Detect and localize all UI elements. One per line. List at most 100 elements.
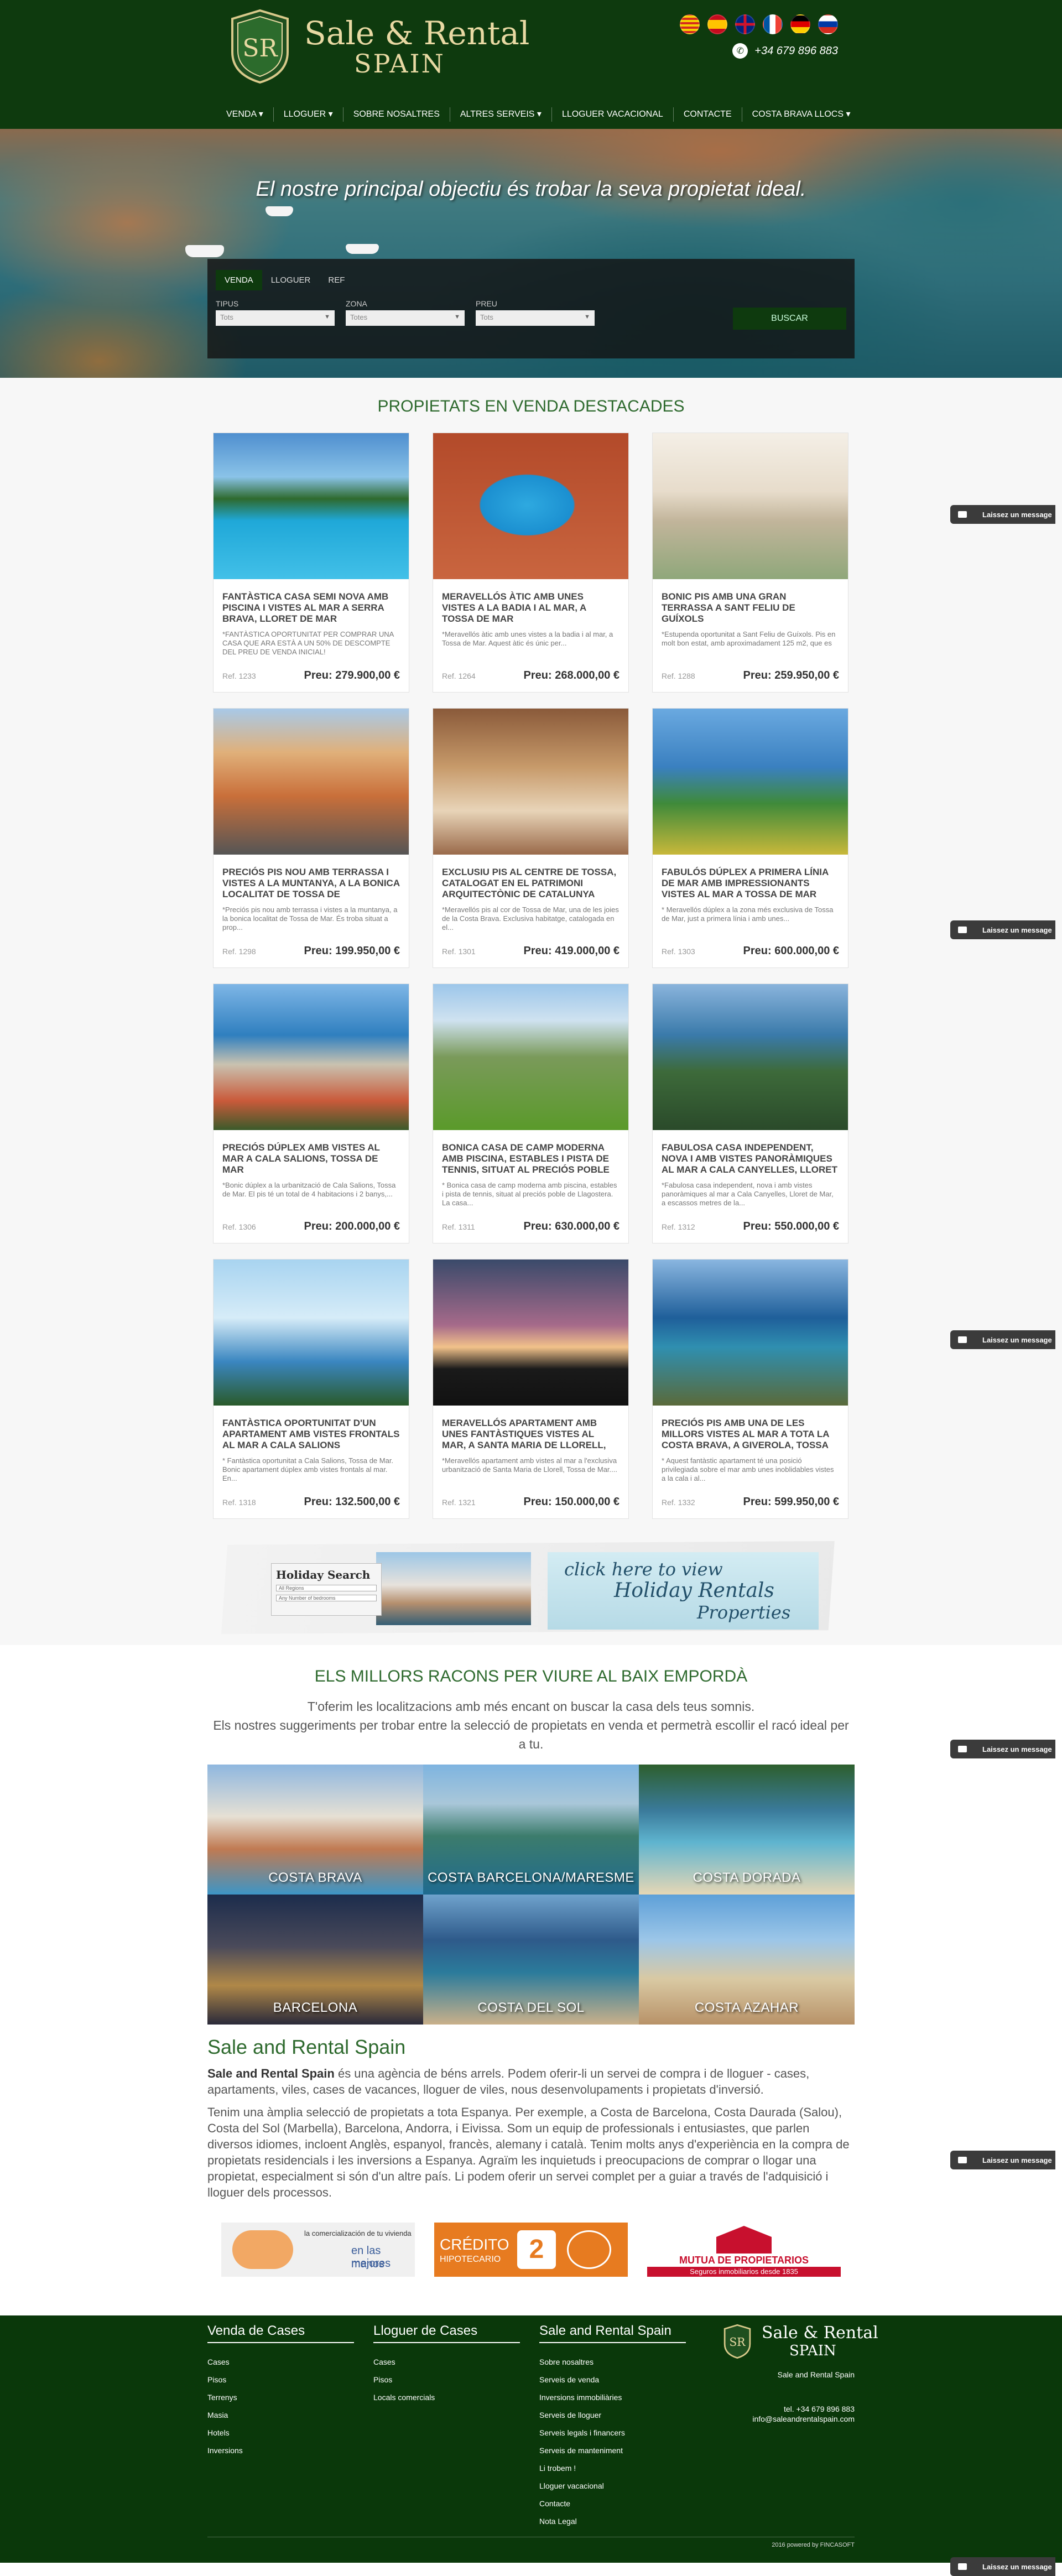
partner-logo-credito-hipotecario[interactable]: CRÉDITO HIPOTECARIO 2 xyxy=(434,2223,628,2277)
property-title[interactable]: MERAVELLÓS APARTAMENT AMB UNES FANTÀSTIQ… xyxy=(442,1418,620,1451)
property-title[interactable]: EXCLUSIU PIS AL CENTRE DE TOSSA, CATALOG… xyxy=(442,867,620,900)
property-photo[interactable] xyxy=(433,984,628,1130)
footer-link[interactable]: Serveis de manteniment xyxy=(539,2442,686,2459)
property-description: * Meravellós dúplex a la zona més exclus… xyxy=(662,905,834,923)
chat-message-button[interactable]: Laissez un message xyxy=(950,920,1055,939)
catalan-flag-icon[interactable] xyxy=(680,14,700,34)
french-flag-icon[interactable] xyxy=(763,14,783,34)
footer-link[interactable]: Nota Legal xyxy=(539,2512,686,2530)
partner-logo-mutua[interactable]: MUTUA DE PROPIETARIOS Seguros inmobiliar… xyxy=(647,2223,841,2277)
tipus-select[interactable]: Tots ▼ xyxy=(216,310,335,326)
property-title[interactable]: PRECIÓS DÚPLEX AMB VISTES AL MAR A CALA … xyxy=(222,1142,400,1175)
tile-costa-barcelona-maresme[interactable]: COSTA BARCELONA/MARESME xyxy=(423,1765,639,1895)
spanish-flag-icon[interactable] xyxy=(707,14,727,34)
chat-icon xyxy=(958,511,967,518)
russian-flag-icon[interactable] xyxy=(818,14,838,34)
footer-link[interactable]: Cases xyxy=(373,2353,520,2371)
footer-link[interactable]: Hotels xyxy=(207,2424,354,2442)
property-title[interactable]: FANTÀSTICA OPORTUNITAT D'UN APARTAMENT A… xyxy=(222,1418,400,1451)
footer-link[interactable]: Serveis legals i financers xyxy=(539,2424,686,2442)
property-card[interactable]: BONIC PIS AMB UNA GRAN TERRASSA A SANT F… xyxy=(652,433,848,693)
footer-link[interactable]: Masia xyxy=(207,2406,354,2424)
chat-message-button[interactable]: Laissez un message xyxy=(950,505,1055,524)
property-photo[interactable] xyxy=(653,1260,848,1406)
property-photo[interactable] xyxy=(433,709,628,855)
property-card[interactable]: EXCLUSIU PIS AL CENTRE DE TOSSA, CATALOG… xyxy=(433,708,629,968)
property-photo[interactable] xyxy=(653,433,848,579)
nav-item-lloguer[interactable]: LLOGUER ▾ xyxy=(273,107,343,122)
footer-link[interactable]: Terrenys xyxy=(207,2388,354,2406)
property-title[interactable]: FABULOSA CASA INDEPENDENT, NOVA I AMB VI… xyxy=(662,1142,839,1175)
nav-item-venda[interactable]: VENDA ▾ xyxy=(224,107,273,122)
tile-costa-del-sol[interactable]: COSTA DEL SOL xyxy=(423,1895,639,2025)
property-title[interactable]: PRECIÓS PIS AMB UNA DE LES MILLORS VISTE… xyxy=(662,1418,839,1451)
property-photo[interactable] xyxy=(214,709,409,855)
footer-link[interactable]: Contacte xyxy=(539,2495,686,2512)
footer-logo[interactable]: SR Sale & Rental SPAIN xyxy=(722,2323,878,2359)
footer-link[interactable]: Lloguer vacacional xyxy=(539,2477,686,2495)
property-card[interactable]: PRECIÓS PIS AMB UNA DE LES MILLORS VISTE… xyxy=(652,1259,848,1519)
footer-tel[interactable]: tel. +34 679 896 883 xyxy=(784,2404,855,2414)
german-flag-icon[interactable] xyxy=(790,14,810,34)
chat-message-button[interactable]: Laissez un message xyxy=(950,2557,1055,2576)
property-title[interactable]: BONICA CASA DE CAMP MODERNA AMB PISCINA,… xyxy=(442,1142,620,1175)
property-photo[interactable] xyxy=(653,709,848,855)
footer-email[interactable]: info@saleandrentalspain.com xyxy=(752,2414,855,2424)
property-description: * Bonica casa de camp moderna amb piscin… xyxy=(442,1181,617,1207)
nav-item-costa-brava-llocs[interactable]: COSTA BRAVA LLOCS ▾ xyxy=(741,107,861,122)
property-card[interactable]: BONICA CASA DE CAMP MODERNA AMB PISCINA,… xyxy=(433,983,629,1243)
nav-item-lloguer-vacacional[interactable]: LLOGUER VACACIONAL xyxy=(551,107,673,122)
property-card[interactable]: MERAVELLÓS APARTAMENT AMB UNES FANTÀSTIQ… xyxy=(433,1259,629,1519)
property-title[interactable]: FABULÓS DÚPLEX A PRIMERA LÍNIA DE MAR AM… xyxy=(662,867,839,900)
property-card[interactable]: FANTÀSTICA CASA SEMI NOVA AMB PISCINA I … xyxy=(213,433,409,693)
nav-item-contacte[interactable]: CONTACTE xyxy=(673,107,742,122)
property-title[interactable]: BONIC PIS AMB UNA GRAN TERRASSA A SANT F… xyxy=(662,591,839,625)
uk-flag-icon[interactable] xyxy=(735,14,755,34)
tab-venda[interactable]: VENDA xyxy=(216,270,262,290)
zona-select[interactable]: Totes ▼ xyxy=(346,310,465,326)
tile-costa-azahar[interactable]: COSTA AZAHAR xyxy=(639,1895,855,2025)
tab-lloguer[interactable]: LLOGUER xyxy=(262,270,320,290)
property-card[interactable]: FANTÀSTICA OPORTUNITAT D'UN APARTAMENT A… xyxy=(213,1259,409,1519)
footer-link[interactable]: Pisos xyxy=(207,2371,354,2388)
footer-link[interactable]: Pisos xyxy=(373,2371,520,2388)
partner-logo-comercializacion[interactable]: la comercialización de tu vivienda en la… xyxy=(221,2223,415,2277)
footer-link[interactable]: Serveis de lloguer xyxy=(539,2406,686,2424)
property-photo[interactable] xyxy=(214,433,409,579)
property-title[interactable]: MERAVELLÓS ÀTIC AMB UNES VISTES A LA BAD… xyxy=(442,591,620,625)
tab-ref[interactable]: REF xyxy=(319,270,353,290)
property-card[interactable]: PRECIÓS PIS NOU AMB TERRASSA I VISTES A … xyxy=(213,708,409,968)
site-logo[interactable]: SR Sale & Rental SPAIN xyxy=(227,8,529,85)
chat-message-button[interactable]: Laissez un message xyxy=(950,1740,1055,1758)
holiday-rentals-banner[interactable]: Holiday Search All Regions Any Number of… xyxy=(221,1541,835,1634)
property-card[interactable]: FABULÓS DÚPLEX A PRIMERA LÍNIA DE MAR AM… xyxy=(652,708,848,968)
footer-link[interactable]: Inversions immobiliàries xyxy=(539,2388,686,2406)
footer-link[interactable]: Serveis de venda xyxy=(539,2371,686,2388)
property-photo[interactable] xyxy=(214,984,409,1130)
search-button[interactable]: BUSCAR xyxy=(733,308,846,330)
footer-link[interactable]: Locals comercials xyxy=(373,2388,520,2406)
tile-costa-brava[interactable]: COSTA BRAVA xyxy=(207,1765,423,1895)
property-card[interactable]: FABULOSA CASA INDEPENDENT, NOVA I AMB VI… xyxy=(652,983,848,1243)
property-photo[interactable] xyxy=(433,1260,628,1406)
footer-link[interactable]: Inversions xyxy=(207,2442,354,2459)
property-title[interactable]: PRECIÓS PIS NOU AMB TERRASSA I VISTES A … xyxy=(222,867,400,900)
footer-link[interactable]: Cases xyxy=(207,2353,354,2371)
chat-message-button[interactable]: Laissez un message xyxy=(950,2151,1055,2169)
property-photo[interactable] xyxy=(214,1260,409,1406)
property-title[interactable]: FANTÀSTICA CASA SEMI NOVA AMB PISCINA I … xyxy=(222,591,400,625)
property-photo[interactable] xyxy=(433,433,628,579)
preu-select[interactable]: Tots ▼ xyxy=(476,310,595,326)
tile-barcelona[interactable]: BARCELONA xyxy=(207,1895,423,2025)
nav-item-altres-serveis[interactable]: ALTRES SERVEIS ▾ xyxy=(449,107,551,122)
property-card[interactable]: PRECIÓS DÚPLEX AMB VISTES AL MAR A CALA … xyxy=(213,983,409,1243)
footer-link[interactable]: Li trobem ! xyxy=(539,2459,686,2477)
property-photo[interactable] xyxy=(653,984,848,1130)
header-phone[interactable]: ✆ +34 679 896 883 xyxy=(732,43,838,59)
property-price: Preu: 259.950,00 € xyxy=(743,669,839,681)
property-card[interactable]: MERAVELLÓS ÀTIC AMB UNES VISTES A LA BAD… xyxy=(433,433,629,693)
chat-message-button[interactable]: Laissez un message xyxy=(950,1330,1055,1349)
tile-costa-dorada[interactable]: COSTA DORADA xyxy=(639,1765,855,1895)
nav-item-sobre-nosaltres[interactable]: SOBRE NOSALTRES xyxy=(342,107,450,122)
footer-link[interactable]: Sobre nosaltres xyxy=(539,2353,686,2371)
